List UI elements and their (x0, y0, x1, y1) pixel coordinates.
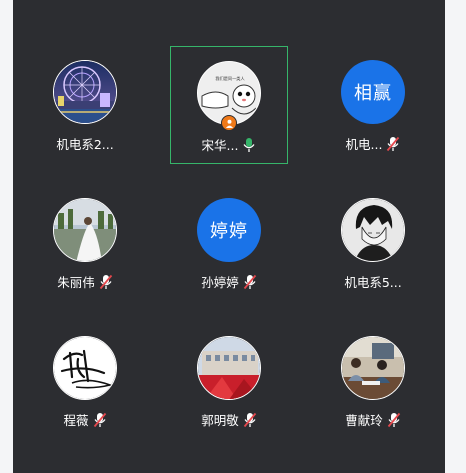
participant-label: 机电... (314, 134, 432, 153)
ferris-wheel-photo (54, 61, 116, 123)
microphone-muted-icon (386, 136, 400, 152)
participant-name: 宋华... (201, 138, 239, 153)
participant-name: 曹献玲 (345, 413, 383, 428)
participant-name: 机电... (345, 137, 383, 152)
participant-name: 孙婷婷 (201, 275, 239, 290)
anime-sketch-image (342, 199, 404, 261)
avatar (53, 60, 117, 124)
participant-tile-7[interactable]: 程薇 (26, 322, 144, 440)
video-grid-panel: 机电系2... 我们是同一类人 宋华... 相赢 机电... 朱丽伟 婷婷 孙婷… (13, 0, 445, 473)
participant-label: 机电系2... (26, 134, 144, 153)
participant-label: 机电系5... (314, 272, 432, 291)
participant-label: 曹献玲 (314, 410, 432, 429)
participant-name: 朱丽伟 (57, 275, 95, 290)
host-badge (221, 115, 237, 131)
office-meeting-photo (342, 337, 404, 399)
calligraphy-signature-image (54, 337, 116, 399)
participant-name: 郭明敬 (201, 413, 239, 428)
avatar (53, 336, 117, 400)
avatar-text: 婷婷 (197, 198, 261, 262)
bride-photo (54, 199, 116, 261)
microphone-icon (242, 137, 256, 153)
avatar-text: 相赢 (341, 60, 405, 124)
participant-name: 机电系2... (56, 137, 114, 152)
participant-tile-3[interactable]: 相赢 机电... (314, 46, 432, 164)
avatar (341, 336, 405, 400)
participant-tile-8[interactable]: 郭明敬 (170, 322, 288, 440)
participant-tile-2-active[interactable]: 我们是同一类人 宋华... (170, 46, 288, 164)
participant-tile-4[interactable]: 朱丽伟 (26, 184, 144, 302)
microphone-muted-icon (387, 412, 401, 428)
participant-tile-5[interactable]: 婷婷 孙婷婷 (170, 184, 288, 302)
host-person-icon (225, 119, 233, 128)
avatar-caption: 我们是同一类人 (215, 75, 245, 82)
participant-name: 机电系5... (344, 275, 402, 290)
red-building-photo (198, 337, 260, 399)
participant-name: 程薇 (63, 413, 89, 428)
participant-label: 孙婷婷 (170, 272, 288, 291)
participant-label: 程薇 (26, 410, 144, 429)
participant-tile-9[interactable]: 曹献玲 (314, 322, 432, 440)
participant-tile-6[interactable]: 机电系5... (314, 184, 432, 302)
microphone-muted-icon (99, 274, 113, 290)
participant-tile-1[interactable]: 机电系2... (26, 46, 144, 164)
microphone-muted-icon (243, 412, 257, 428)
participant-label: 郭明敬 (170, 410, 288, 429)
avatar (197, 336, 261, 400)
participant-label: 宋华... (171, 135, 287, 154)
microphone-muted-icon (243, 274, 257, 290)
avatar (53, 198, 117, 262)
avatar (341, 198, 405, 262)
participant-label: 朱丽伟 (26, 272, 144, 291)
microphone-muted-icon (93, 412, 107, 428)
